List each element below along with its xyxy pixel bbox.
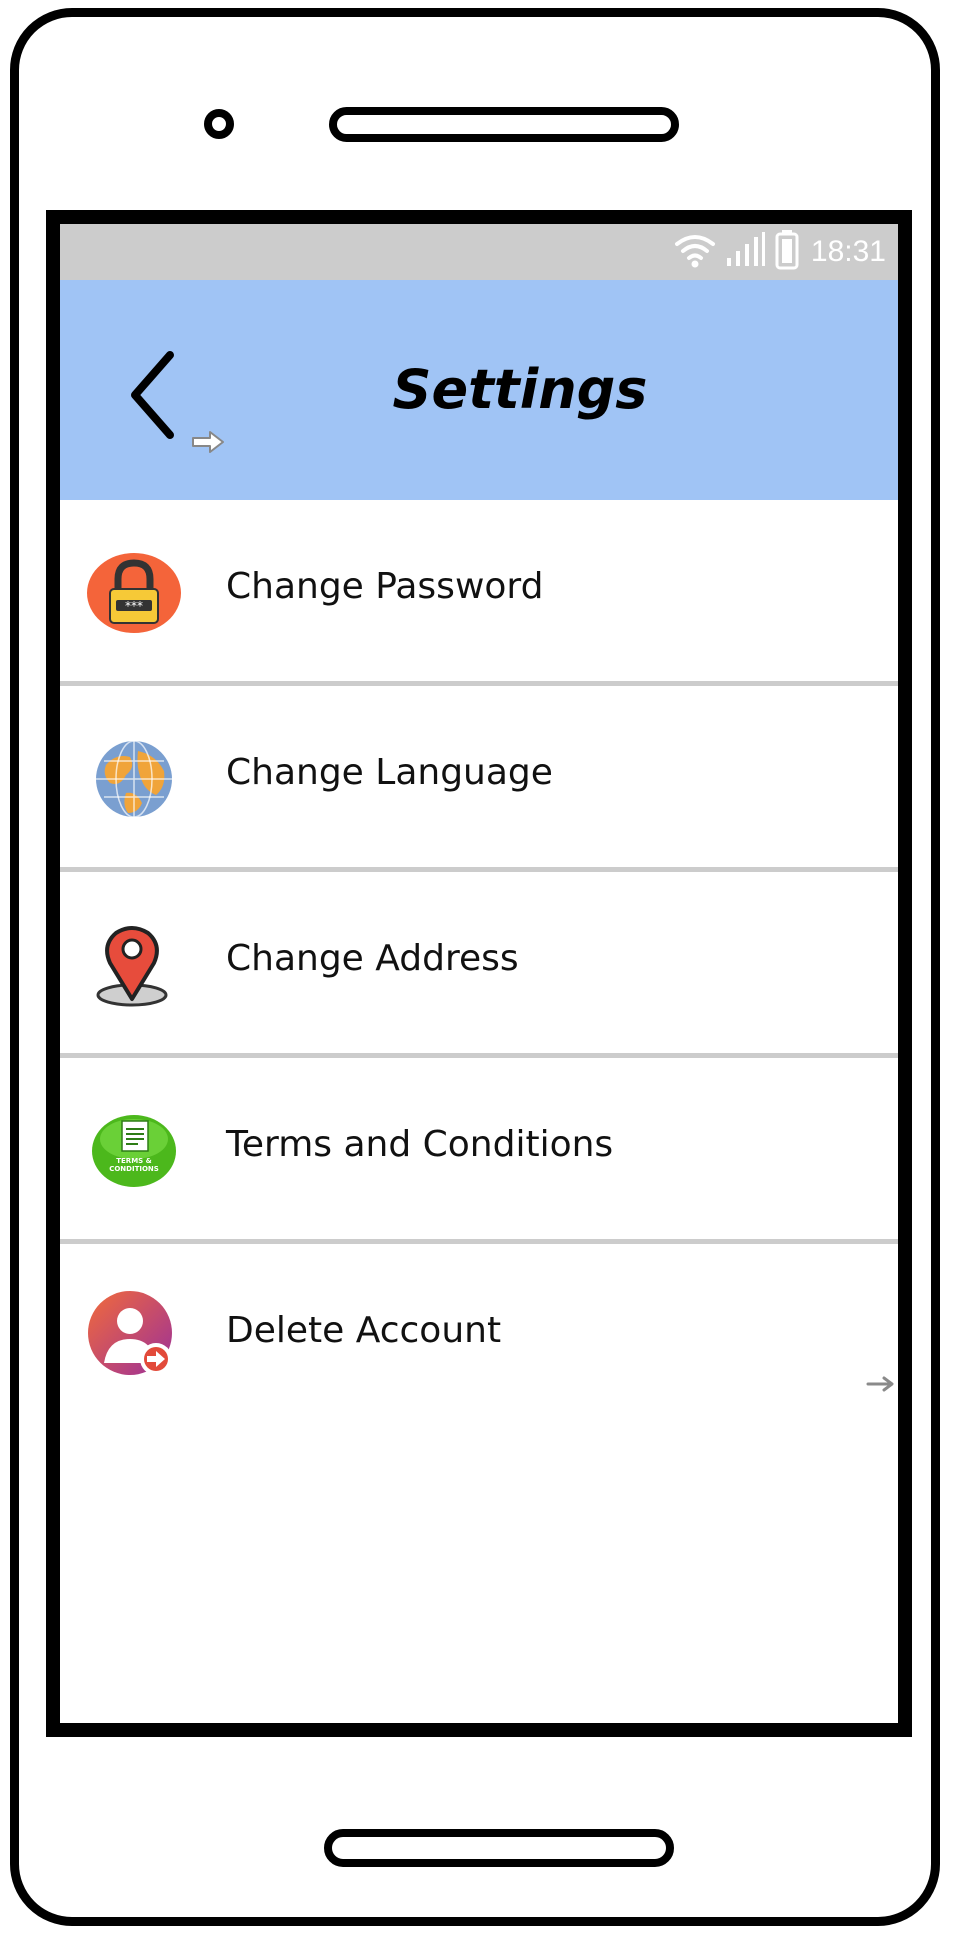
link-arrow-icon	[190, 430, 226, 454]
settings-item-label: Change Password	[226, 566, 544, 607]
home-slot	[324, 1829, 674, 1867]
signal-icon	[725, 232, 767, 272]
settings-item-delete-account[interactable]: Delete Account	[60, 1244, 898, 1430]
status-time: 18:31	[810, 235, 886, 268]
status-bar: 18:31	[60, 224, 898, 280]
wifi-icon	[673, 232, 717, 272]
speaker-slot	[329, 107, 679, 142]
svg-text:***: ***	[125, 599, 143, 613]
settings-item-label: Change Language	[226, 752, 553, 793]
delete-account-icon	[86, 1289, 182, 1385]
settings-item-label: Terms and Conditions	[226, 1124, 614, 1165]
camera-icon	[204, 109, 234, 139]
settings-item-change-language[interactable]: Change Language	[60, 686, 898, 872]
page-title: Settings	[392, 358, 648, 421]
settings-list: *** Change Password Change Language Chan…	[60, 500, 898, 1430]
link-arrow-icon	[866, 1374, 898, 1394]
chevron-left-icon	[120, 351, 200, 449]
map-pin-icon	[86, 917, 182, 1013]
screen: 18:31 Settings *** Change Password Chang…	[46, 210, 912, 1737]
svg-text:TERMS &: TERMS &	[116, 1157, 152, 1165]
back-button[interactable]	[120, 345, 200, 445]
battery-icon	[775, 230, 799, 274]
svg-text:CONDITIONS: CONDITIONS	[109, 1165, 159, 1173]
globe-icon	[86, 731, 182, 827]
settings-item-label: Delete Account	[226, 1310, 502, 1351]
settings-item-terms-and-conditions[interactable]: TERMS & CONDITIONS Terms and Conditions	[60, 1058, 898, 1244]
terms-conditions-icon: TERMS & CONDITIONS	[86, 1103, 182, 1199]
settings-item-change-address[interactable]: Change Address	[60, 872, 898, 1058]
app-header: Settings	[60, 280, 898, 500]
lock-icon: ***	[86, 545, 182, 641]
settings-item-label: Change Address	[226, 938, 519, 979]
settings-item-change-password[interactable]: *** Change Password	[60, 500, 898, 686]
